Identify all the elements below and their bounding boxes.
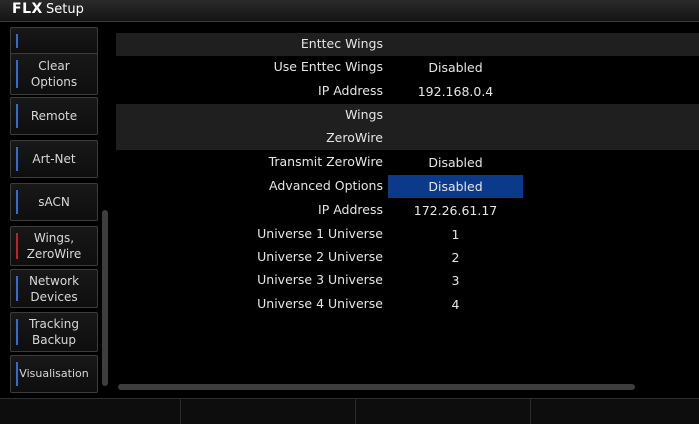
row-label: Enttec Wings [300,36,383,51]
row-label: Advanced Options [269,178,383,193]
sidebar-item-label: Clear Options [30,59,78,89]
row-label: Universe 3 Universe [257,272,383,287]
sidebar-item-label: Art-Net [32,152,76,166]
setting-row-advanced-options[interactable]: Advanced Options Disabled [116,175,699,198]
row-label: IP Address [318,202,383,217]
softkey-3[interactable] [356,399,531,424]
row-label: ZeroWire [326,130,383,145]
sidebar: Clear Options Remote Art-Net sACN Wings,… [0,22,112,394]
accent-bar [16,276,18,301]
setting-value[interactable]: Disabled [388,151,523,174]
sidebar-item-visualisation[interactable]: Visualisation [10,355,98,393]
settings-panel: Enttec Wings Use Enttec Wings Disabled I… [116,33,699,393]
window-title: Setup [46,2,84,17]
setting-row-universe-2[interactable]: Universe 2 Universe 2 [116,246,699,269]
sidebar-item-art-net[interactable]: Art-Net [10,140,98,178]
setting-row-universe-4[interactable]: Universe 4 Universe 4 [116,293,699,316]
sidebar-item-network-devices[interactable]: Network Devices [10,269,98,308]
setting-row-transmit-zerowire[interactable]: Transmit ZeroWire Disabled [116,151,699,174]
sidebar-item-tracking-backup[interactable]: Tracking Backup [10,312,98,352]
accent-bar [16,362,18,386]
sidebar-item-label: Wings, ZeroWire [26,231,82,261]
setting-row-universe-3[interactable]: Universe 3 Universe 3 [116,269,699,292]
accent-bar [16,147,18,171]
setting-value[interactable]: Disabled [388,56,523,79]
row-label: Universe 2 Universe [257,249,383,264]
setting-row-use-enttec-wings[interactable]: Use Enttec Wings Disabled [116,56,699,79]
section-header-zerowire: ZeroWire [116,127,699,150]
sidebar-item-label: Network Devices [28,273,80,304]
section-header-enttec-wings: Enttec Wings [116,33,699,56]
setting-row-universe-1[interactable]: Universe 1 Universe 1 [116,223,699,246]
row-label: Transmit ZeroWire [268,154,383,169]
sidebar-item-clear-options[interactable]: Clear Options [10,53,98,95]
softkey-4[interactable] [531,399,698,424]
sidebar-item-label: Visualisation [19,367,89,380]
setting-value[interactable]: 172.26.61.17 [388,199,523,222]
setting-value[interactable]: 3 [388,269,523,292]
setting-value[interactable]: 1 [388,223,523,246]
accent-bar [16,319,18,345]
softkey-bar [0,398,699,424]
horizontal-scrollbar[interactable] [118,384,635,390]
row-label: IP Address [318,83,383,98]
sidebar-item-label: Tracking Backup [29,317,79,347]
accent-bar [16,190,18,214]
softkey-1[interactable] [0,399,181,424]
sidebar-item-label: Remote [30,109,78,123]
row-label: Wings [345,107,383,122]
section-header-wings: Wings [116,104,699,127]
sidebar-item-wings-zerowire[interactable]: Wings, ZeroWire [10,226,98,266]
sidebar-item-sacn[interactable]: sACN [10,183,98,221]
setting-value-selected[interactable]: Disabled [388,175,523,198]
sidebar-item-remote[interactable]: Remote [10,97,98,135]
accent-bar [16,104,18,128]
setting-value[interactable]: 2 [388,246,523,269]
setting-value[interactable]: 192.168.0.4 [388,80,523,103]
setting-value[interactable]: 4 [388,293,523,316]
accent-bar [16,60,18,88]
flx-logo: FLX [12,1,43,17]
accent-bar [16,34,18,48]
softkey-2[interactable] [181,399,356,424]
setting-row-zerowire-ip-address[interactable]: IP Address 172.26.61.17 [116,199,699,222]
accent-bar [16,233,18,259]
row-label: Universe 1 Universe [257,226,383,241]
sidebar-item-label: sACN [38,195,70,209]
row-label: Use Enttec Wings [273,59,383,74]
sidebar-item-top[interactable] [10,27,98,55]
sidebar-scrollbar[interactable] [102,210,108,386]
row-label: Universe 4 Universe [257,296,383,311]
title-bar: FLX Setup [0,0,699,22]
setting-row-enttec-ip-address[interactable]: IP Address 192.168.0.4 [116,80,699,103]
